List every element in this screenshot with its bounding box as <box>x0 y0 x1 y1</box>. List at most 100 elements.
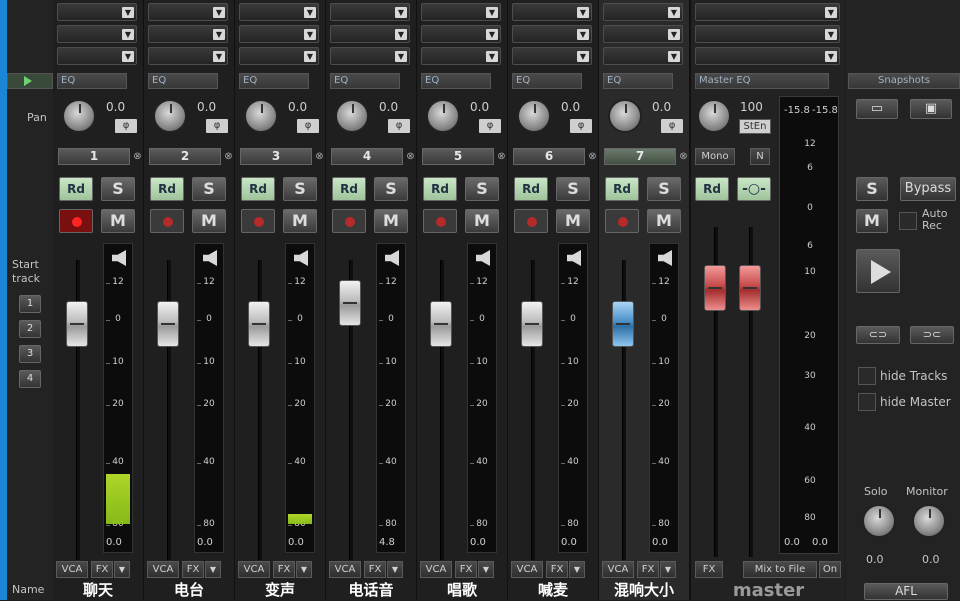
master-fader-left[interactable] <box>704 265 726 311</box>
track-name[interactable]: 喊麦 <box>508 581 598 600</box>
close-icon[interactable]: ⊗ <box>404 148 417 165</box>
play-button[interactable] <box>856 249 900 293</box>
track-name[interactable]: 电台 <box>144 581 234 600</box>
close-icon[interactable]: ⊗ <box>222 148 235 165</box>
afl-button[interactable]: AFL <box>864 583 948 600</box>
insert-dropdown-2[interactable]: ▼ <box>603 25 683 43</box>
vca-dropdown[interactable]: VCA <box>238 561 270 578</box>
insert-dropdown-3[interactable]: ▼ <box>603 47 683 65</box>
rd-button[interactable]: Rd <box>59 177 93 201</box>
solo-button[interactable]: S <box>465 177 499 201</box>
fx-chevron-icon[interactable]: ▼ <box>660 561 676 578</box>
fx-dropdown[interactable]: FX <box>182 561 204 578</box>
pan-knob[interactable] <box>153 99 187 133</box>
fx-dropdown[interactable]: FX <box>637 561 659 578</box>
volume-fader[interactable] <box>521 301 543 347</box>
eq-button[interactable]: EQ <box>603 73 673 89</box>
fx-dropdown[interactable]: FX <box>364 561 386 578</box>
fx-chevron-icon[interactable]: ▼ <box>387 561 403 578</box>
master-insert-dropdown-2[interactable]: ▼ <box>695 25 840 43</box>
eq-button[interactable]: EQ <box>148 73 218 89</box>
vca-dropdown[interactable]: VCA <box>602 561 634 578</box>
channel-number[interactable]: 2 <box>149 148 221 165</box>
record-arm-button[interactable] <box>423 209 457 233</box>
mono-button[interactable]: Mono <box>695 148 735 165</box>
start-track-button-4[interactable]: 4 <box>19 370 41 388</box>
solo-button[interactable]: S <box>374 177 408 201</box>
insert-dropdown-3[interactable]: ▼ <box>330 47 410 65</box>
insert-dropdown-3[interactable]: ▼ <box>57 47 137 65</box>
fx-dropdown[interactable]: FX <box>455 561 477 578</box>
eq-button[interactable]: EQ <box>512 73 582 89</box>
volume-fader[interactable] <box>339 280 361 326</box>
solo-button[interactable]: S <box>556 177 590 201</box>
insert-dropdown-2[interactable]: ▼ <box>57 25 137 43</box>
save-icon[interactable]: ▣ <box>910 99 952 119</box>
start-track-button-3[interactable]: 3 <box>19 345 41 363</box>
sten-button[interactable]: StEn <box>739 119 771 134</box>
rd-button[interactable]: Rd <box>605 177 639 201</box>
master-rd-button[interactable]: Rd <box>695 177 729 201</box>
n-button[interactable]: N <box>750 148 770 165</box>
mix-to-file-button[interactable]: Mix to File <box>743 561 817 578</box>
master-insert-dropdown-3[interactable]: ▼ <box>695 47 840 65</box>
track-name[interactable]: 混响大小 <box>599 581 689 600</box>
rd-button[interactable]: Rd <box>150 177 184 201</box>
auto-rec-checkbox[interactable] <box>899 212 917 230</box>
eq-button[interactable]: EQ <box>239 73 309 89</box>
mute-button[interactable]: M <box>647 209 681 233</box>
vca-dropdown[interactable]: VCA <box>511 561 543 578</box>
phase-button[interactable]: φ <box>479 119 501 133</box>
eq-button[interactable]: EQ <box>57 73 127 89</box>
insert-dropdown-2[interactable]: ▼ <box>239 25 319 43</box>
channel-number[interactable]: 5 <box>422 148 494 165</box>
insert-dropdown-1[interactable]: ▼ <box>239 3 319 21</box>
close-icon[interactable]: ⊗ <box>131 148 144 165</box>
channel-number[interactable]: 7 <box>604 148 676 165</box>
phase-button[interactable]: φ <box>661 119 683 133</box>
record-arm-button[interactable] <box>332 209 366 233</box>
track-name[interactable]: 电话音 <box>326 581 416 600</box>
link-button-right[interactable]: ⊃⊂ <box>910 326 954 344</box>
snapshot-mute-button[interactable]: M <box>856 209 888 233</box>
volume-fader[interactable] <box>612 301 634 347</box>
channel-number[interactable]: 6 <box>513 148 585 165</box>
close-icon[interactable]: ⊗ <box>495 148 508 165</box>
vca-dropdown[interactable]: VCA <box>56 561 88 578</box>
vca-dropdown[interactable]: VCA <box>147 561 179 578</box>
rd-button[interactable]: Rd <box>241 177 275 201</box>
insert-dropdown-1[interactable]: ▼ <box>57 3 137 21</box>
solo-button[interactable]: S <box>647 177 681 201</box>
master-fx-button[interactable]: FX <box>695 561 723 578</box>
fx-chevron-icon[interactable]: ▼ <box>205 561 221 578</box>
fx-chevron-icon[interactable]: ▼ <box>478 561 494 578</box>
fx-chevron-icon[interactable]: ▼ <box>569 561 585 578</box>
eq-button[interactable]: EQ <box>330 73 400 89</box>
master-fader-right[interactable] <box>739 265 761 311</box>
fx-dropdown[interactable]: FX <box>546 561 568 578</box>
mute-button[interactable]: M <box>374 209 408 233</box>
volume-fader[interactable] <box>66 301 88 347</box>
insert-dropdown-1[interactable]: ▼ <box>148 3 228 21</box>
start-track-button-1[interactable]: 1 <box>19 295 41 313</box>
track-name[interactable]: 聊天 <box>53 581 143 600</box>
rd-button[interactable]: Rd <box>332 177 366 201</box>
phase-button[interactable]: φ <box>570 119 592 133</box>
hide-master-checkbox[interactable] <box>858 393 876 411</box>
pan-knob[interactable] <box>335 99 369 133</box>
link-button-left[interactable]: ⊂⊃ <box>856 326 900 344</box>
start-track-button-2[interactable]: 2 <box>19 320 41 338</box>
master-eq-button[interactable]: Master EQ <box>695 73 829 89</box>
track-name[interactable]: 唱歌 <box>417 581 507 600</box>
phase-button[interactable]: φ <box>115 119 137 133</box>
fx-chevron-icon[interactable]: ▼ <box>296 561 312 578</box>
insert-dropdown-1[interactable]: ▼ <box>603 3 683 21</box>
bypass-button[interactable]: Bypass <box>900 177 956 201</box>
rd-button[interactable]: Rd <box>423 177 457 201</box>
insert-dropdown-1[interactable]: ▼ <box>512 3 592 21</box>
link-toggle-icon[interactable]: -○- <box>737 177 771 201</box>
pan-knob[interactable] <box>426 99 460 133</box>
rd-button[interactable]: Rd <box>514 177 548 201</box>
pan-knob[interactable] <box>244 99 278 133</box>
channel-number[interactable]: 3 <box>240 148 312 165</box>
